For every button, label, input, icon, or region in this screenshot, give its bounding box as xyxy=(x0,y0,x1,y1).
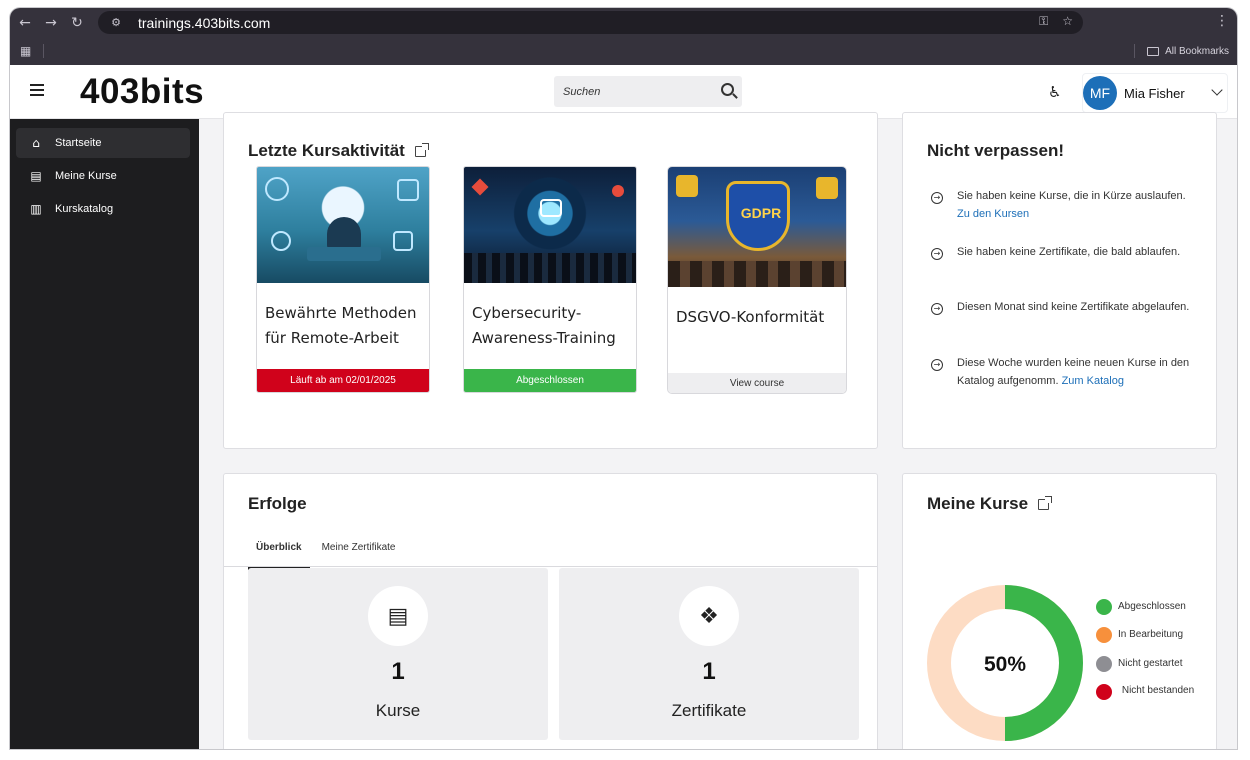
sidebar-item-meine-kurse[interactable]: ▤ Meine Kurse xyxy=(16,161,190,191)
legend-dot xyxy=(1096,684,1112,700)
menu-toggle-icon[interactable] xyxy=(30,84,44,99)
course-card[interactable]: Cybersecurity-Awareness-Training Abgesch… xyxy=(463,166,637,393)
course-image[interactable] xyxy=(257,167,429,283)
site-settings-icon[interactable]: ⚙ xyxy=(106,16,126,29)
notice-item: → Diesen Monat sind keine Zertifikate ab… xyxy=(931,298,1201,316)
user-menu[interactable]: MF Mia Fisher xyxy=(1082,73,1228,113)
accessibility-icon[interactable]: ♿ xyxy=(1048,83,1061,101)
sidebar-item-label: Startseite xyxy=(55,137,102,149)
status-badge: Läuft ab am 02/01/2025 xyxy=(257,369,429,392)
arrow-right-icon: → xyxy=(931,248,943,260)
notices-title: Nicht verpassen! xyxy=(927,141,1064,160)
logo[interactable]: 403bits xyxy=(80,72,204,112)
view-course-button[interactable]: View course xyxy=(668,373,846,393)
legend-dot xyxy=(1096,627,1112,643)
courses-donut-chart: 50% xyxy=(927,585,1083,741)
stat-label: Zertifikate xyxy=(671,701,747,720)
recent-activity-title: Letzte Kursaktivität xyxy=(248,141,405,160)
tab-overview[interactable]: Überblick xyxy=(248,532,310,570)
home-icon: ⌂ xyxy=(32,136,40,150)
sidebar-item-label: Kurskatalog xyxy=(55,203,114,215)
notice-item: → Sie haben keine Zertifikate, die bald … xyxy=(931,243,1201,261)
legend-item: In Bearbeitung xyxy=(1096,627,1183,643)
sidebar-item-kurskatalog[interactable]: ▥ Kurskatalog xyxy=(16,194,190,224)
courses-icon: ▤ xyxy=(30,169,42,183)
user-name[interactable]: Mia Fisher xyxy=(1124,86,1185,101)
arrow-right-icon: → xyxy=(931,359,943,371)
notices-card: Nicht verpassen! → Sie haben keine Kurse… xyxy=(902,112,1217,449)
achievements-title: Erfolge xyxy=(248,494,307,513)
search-icon[interactable] xyxy=(721,83,734,96)
course-image[interactable]: GDPR xyxy=(668,167,846,287)
stat-label: Kurse xyxy=(375,701,421,720)
external-link-icon[interactable] xyxy=(1038,495,1053,510)
stat-courses: ▤ 1 Kurse xyxy=(248,568,548,740)
folder-icon xyxy=(1147,46,1160,56)
stat-certificates: ❖ 1 Zertifikate xyxy=(559,568,859,740)
all-bookmarks-button[interactable]: All Bookmarks xyxy=(1134,44,1229,58)
sidebar-item-label: Meine Kurse xyxy=(55,170,117,182)
star-icon[interactable]: ☆ xyxy=(1062,14,1073,29)
key-icon[interactable]: ⚿ xyxy=(1039,14,1048,29)
external-link-icon[interactable] xyxy=(414,142,429,157)
reload-icon[interactable]: ↻ xyxy=(64,10,90,36)
search-box xyxy=(554,76,742,107)
notice-item: → Diese Woche wurden keine neuen Kurse i… xyxy=(931,354,1201,390)
apps-grid-icon[interactable]: ▦ xyxy=(20,44,31,58)
achievements-card: Erfolge Überblick Meine Zertifikate ▤ 1 … xyxy=(223,473,878,749)
stat-value: 1 xyxy=(391,658,405,685)
catalog-icon: ▥ xyxy=(30,202,42,216)
bookmarks-divider xyxy=(43,44,45,58)
course-image[interactable] xyxy=(464,167,636,283)
course-card[interactable]: Bewährte Methoden für Remote-Arbeit Läuf… xyxy=(256,166,430,393)
course-title[interactable]: Cybersecurity-Awareness-Training xyxy=(464,283,636,369)
legend-item: Nicht bestanden xyxy=(1096,684,1198,700)
url-text[interactable]: trainings.403bits.com xyxy=(138,15,270,31)
course-title[interactable]: Bewährte Methoden für Remote-Arbeit xyxy=(257,283,429,369)
avatar[interactable]: MF xyxy=(1083,76,1117,110)
sidebar: ⌂ Startseite ▤ Meine Kurse ▥ Kurskatalog xyxy=(10,119,199,749)
legend-dot xyxy=(1096,656,1112,672)
link-to-courses[interactable]: Zu den Kursen xyxy=(957,208,1029,220)
link-to-catalog[interactable]: Zum Katalog xyxy=(1062,375,1124,387)
certificate-icon: ❖ xyxy=(679,586,739,646)
all-bookmarks-label: All Bookmarks xyxy=(1165,45,1229,57)
my-courses-title: Meine Kurse xyxy=(927,494,1029,513)
status-badge: Abgeschlossen xyxy=(464,369,636,392)
app-header: 403bits ♿ MF Mia Fisher xyxy=(10,65,1237,119)
address-bar[interactable]: ⚙ trainings.403bits.com ⚿ ☆ xyxy=(98,11,1083,34)
tab-certificates[interactable]: Meine Zertifikate xyxy=(314,532,404,570)
arrow-right-icon: → xyxy=(931,192,943,204)
gdpr-text: GDPR xyxy=(740,205,782,221)
search-input[interactable] xyxy=(563,85,713,98)
legend-item: Nicht gestartet xyxy=(1096,656,1182,672)
browser-window: ← → ↻ ⚙ trainings.403bits.com ⚿ ☆ ⋮ ▦ Al… xyxy=(10,8,1237,749)
chevron-down-icon[interactable] xyxy=(1211,84,1223,96)
forward-icon[interactable]: → xyxy=(38,10,64,36)
browser-chrome: ← → ↻ ⚙ trainings.403bits.com ⚿ ☆ ⋮ ▦ Al… xyxy=(10,8,1237,65)
recent-activity-card: Letzte Kursaktivität Bewährte Methoden f… xyxy=(223,112,878,449)
back-icon[interactable]: ← xyxy=(12,10,38,36)
sidebar-item-startseite[interactable]: ⌂ Startseite xyxy=(16,128,190,158)
legend-dot xyxy=(1096,599,1112,615)
bookmarks-bar: ▦ All Bookmarks xyxy=(10,37,1237,65)
book-icon: ▤ xyxy=(368,586,428,646)
course-card[interactable]: GDPR DSGVO-Konformität View course xyxy=(667,166,847,394)
arrow-right-icon: → xyxy=(931,303,943,315)
stat-value: 1 xyxy=(702,658,716,685)
notice-item: → Sie haben keine Kurse, die in Kürze au… xyxy=(931,187,1201,223)
achievements-tabs: Überblick Meine Zertifikate xyxy=(248,532,408,570)
tab-divider xyxy=(224,566,877,567)
legend-item: Abgeschlossen xyxy=(1096,599,1186,615)
my-courses-card: Meine Kurse 50% Abgeschlossen In Bearbei… xyxy=(902,473,1217,749)
donut-center-label: 50% xyxy=(984,653,1026,676)
course-title[interactable]: DSGVO-Konformität xyxy=(668,287,846,373)
browser-menu-icon[interactable]: ⋮ xyxy=(1215,13,1229,29)
